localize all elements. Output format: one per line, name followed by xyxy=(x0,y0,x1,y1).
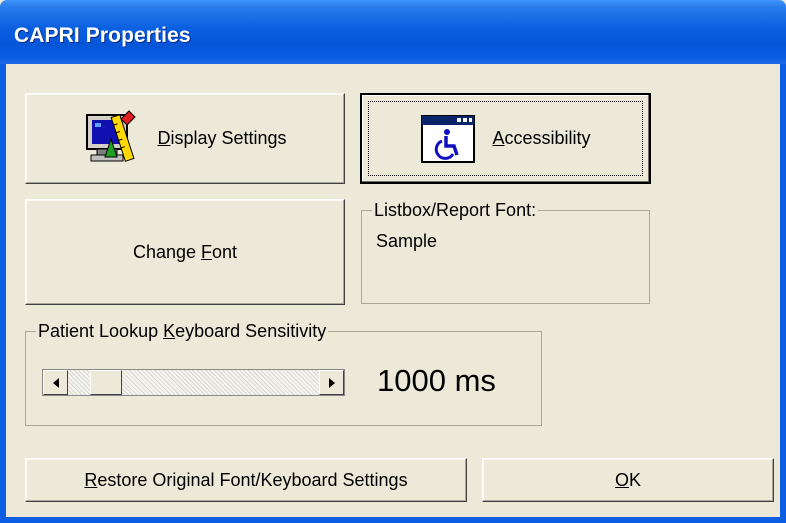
ok-button[interactable]: OK xyxy=(482,458,774,502)
change-font-label: Change Font xyxy=(132,241,238,262)
font-group-label: Listbox/Report Font: xyxy=(372,200,539,221)
restore-settings-button[interactable]: Restore Original Font/Keyboard Settings xyxy=(25,458,467,502)
sensitivity-scrollbar[interactable] xyxy=(42,369,345,396)
accessibility-label: Accessibility xyxy=(492,128,591,148)
properties-dialog: CAPRI Properties Display Settings Access… xyxy=(0,0,786,523)
window-frame-left xyxy=(0,64,6,523)
scroll-left-button[interactable] xyxy=(43,370,68,395)
display-settings-label: Display Settings xyxy=(157,128,287,148)
keyboard-sensitivity-label: Patient Lookup Keyboard Sensitivity xyxy=(36,321,329,342)
font-sample-text: Sample xyxy=(376,231,438,251)
arrow-right-icon xyxy=(328,377,335,388)
change-font-button[interactable]: Change Font xyxy=(25,199,345,305)
scroll-right-button[interactable] xyxy=(319,370,344,395)
font-groupbox: Listbox/Report Font: xyxy=(361,200,650,304)
arrow-left-icon xyxy=(52,377,59,388)
restore-settings-label: Restore Original Font/Keyboard Settings xyxy=(84,469,408,490)
title-bar[interactable]: CAPRI Properties xyxy=(0,0,786,64)
ok-label: OK xyxy=(614,469,642,490)
accessibility-button[interactable]: Accessibility xyxy=(360,93,651,184)
window-frame-bottom xyxy=(0,517,786,523)
display-settings-button[interactable]: Display Settings xyxy=(25,93,345,184)
wheelchair-icon xyxy=(421,114,476,163)
window-title: CAPRI Properties xyxy=(14,24,191,47)
scroll-thumb[interactable] xyxy=(90,370,122,395)
window-frame-right xyxy=(780,64,786,523)
sensitivity-value: 1000 ms xyxy=(377,363,496,398)
monitor-ruler-icon xyxy=(86,109,137,162)
